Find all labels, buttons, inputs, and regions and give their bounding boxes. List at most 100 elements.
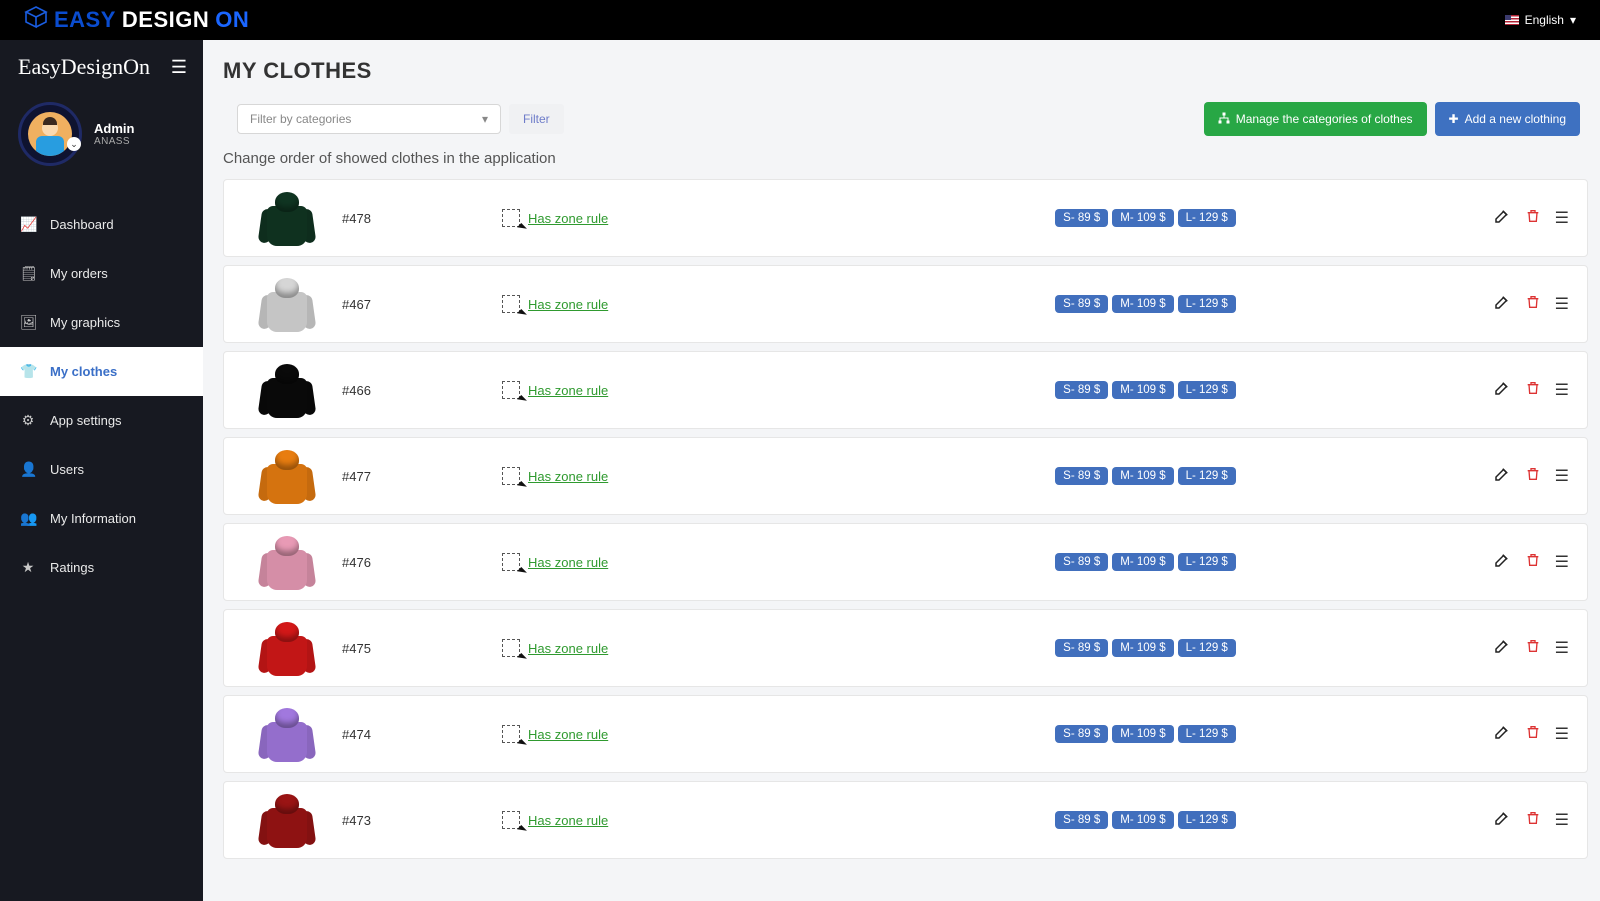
delete-icon[interactable] xyxy=(1525,294,1541,315)
delete-icon[interactable] xyxy=(1525,466,1541,487)
chevron-down-icon: ▾ xyxy=(482,112,488,126)
sidebar-item-label: Users xyxy=(50,462,84,477)
drag-handle-icon[interactable]: ☰ xyxy=(1555,208,1569,228)
clothes-thumbnail xyxy=(232,618,342,678)
zone-rule: Has zone rule xyxy=(502,467,862,485)
edit-icon[interactable] xyxy=(1493,723,1511,746)
profile-block[interactable]: ⌄ Admin ANASS xyxy=(0,88,203,192)
zone-select-icon xyxy=(502,725,520,743)
sidebar-brand: EasyDesignOn xyxy=(18,54,150,80)
clothes-row: #467Has zone ruleS- 89 $M- 109 $L- 129 $… xyxy=(223,265,1588,343)
main-content: MY CLOTHES Filter by categories ▾ Filter… xyxy=(203,40,1600,901)
edit-icon[interactable] xyxy=(1493,207,1511,230)
drag-handle-icon[interactable]: ☰ xyxy=(1555,724,1569,744)
price-badges: S- 89 $M- 109 $L- 129 $ xyxy=(862,209,1429,227)
edit-icon[interactable] xyxy=(1493,379,1511,402)
edit-icon[interactable] xyxy=(1493,637,1511,660)
price-s: S- 89 $ xyxy=(1055,467,1108,485)
sitemap-icon xyxy=(1218,112,1230,127)
zone-rule-link[interactable]: Has zone rule xyxy=(528,383,608,398)
sidebar-item-label: My Information xyxy=(50,511,136,526)
star-icon: ★ xyxy=(20,559,36,576)
delete-icon[interactable] xyxy=(1525,380,1541,401)
zone-rule: Has zone rule xyxy=(502,639,862,657)
price-m: M- 109 $ xyxy=(1112,725,1173,743)
avatar: ⌄ xyxy=(18,102,82,166)
clothes-row: #466Has zone ruleS- 89 $M- 109 $L- 129 $… xyxy=(223,351,1588,429)
shirt-icon: 👕 xyxy=(20,363,36,380)
clothes-row: #476Has zone ruleS- 89 $M- 109 $L- 129 $… xyxy=(223,523,1588,601)
clothes-id: #475 xyxy=(342,641,502,656)
manage-categories-button[interactable]: Manage the categories of clothes xyxy=(1204,102,1427,136)
images-icon: 🖼 xyxy=(20,314,36,331)
add-clothing-button[interactable]: ✚ Add a new clothing xyxy=(1435,102,1580,136)
clothes-list: #478Has zone ruleS- 89 $M- 109 $L- 129 $… xyxy=(203,179,1600,897)
delete-icon[interactable] xyxy=(1525,638,1541,659)
edit-icon[interactable] xyxy=(1493,465,1511,488)
edit-icon[interactable] xyxy=(1493,809,1511,832)
price-badges: S- 89 $M- 109 $L- 129 $ xyxy=(862,381,1429,399)
page-title: MY CLOTHES xyxy=(203,58,1600,102)
sidebar-item-label: App settings xyxy=(50,413,122,428)
drag-handle-icon[interactable]: ☰ xyxy=(1555,294,1569,314)
users-icon: 👥 xyxy=(20,510,36,527)
sidebar-item-my-graphics[interactable]: 🖼My graphics xyxy=(0,298,203,347)
sidebar-item-dashboard[interactable]: 📈 Dashboard xyxy=(0,200,203,249)
price-badges: S- 89 $M- 109 $L- 129 $ xyxy=(862,553,1429,571)
drag-handle-icon[interactable]: ☰ xyxy=(1555,552,1569,572)
logo-word-2: DESIGN xyxy=(122,7,209,33)
zone-rule: Has zone rule xyxy=(502,209,862,227)
clothes-thumbnail xyxy=(232,532,342,592)
zone-rule-link[interactable]: Has zone rule xyxy=(528,727,608,742)
flag-icon xyxy=(1505,15,1519,25)
sidebar-toggle-icon[interactable]: ☰ xyxy=(171,57,187,78)
chart-line-icon: 📈 xyxy=(20,216,36,233)
clothes-thumbnail xyxy=(232,188,342,248)
toolbar: Filter by categories ▾ Filter Manage the… xyxy=(203,102,1600,150)
cube-icon xyxy=(24,5,48,35)
zone-select-icon xyxy=(502,553,520,571)
sidebar-nav: 📈 Dashboard 🗒My orders🖼My graphics👕My clot… xyxy=(0,200,203,592)
sidebar-item-app-settings[interactable]: ⚙App settings xyxy=(0,396,203,445)
price-l: L- 129 $ xyxy=(1178,553,1236,571)
zone-rule-link[interactable]: Has zone rule xyxy=(528,813,608,828)
clothes-row: #475Has zone ruleS- 89 $M- 109 $L- 129 $… xyxy=(223,609,1588,687)
price-m: M- 109 $ xyxy=(1112,209,1173,227)
sidebar: EasyDesignOn ☰ ⌄ Admin ANASS 📈 Dashboard 🗒… xyxy=(0,40,203,901)
drag-handle-icon[interactable]: ☰ xyxy=(1555,638,1569,658)
sidebar-item-my-information[interactable]: 👥 My Information xyxy=(0,494,203,543)
edit-icon[interactable] xyxy=(1493,293,1511,316)
delete-icon[interactable] xyxy=(1525,552,1541,573)
filter-button[interactable]: Filter xyxy=(509,104,564,134)
zone-rule-link[interactable]: Has zone rule xyxy=(528,211,608,226)
sidebar-item-users[interactable]: 👤Users xyxy=(0,445,203,494)
price-badges: S- 89 $M- 109 $L- 129 $ xyxy=(862,467,1429,485)
sidebar-item-my-clothes[interactable]: 👕My clothes xyxy=(0,347,203,396)
delete-icon[interactable] xyxy=(1525,208,1541,229)
sidebar-item-ratings[interactable]: ★Ratings xyxy=(0,543,203,592)
logo-word-1: EASY xyxy=(54,7,116,33)
drag-handle-icon[interactable]: ☰ xyxy=(1555,466,1569,486)
sidebar-item-label: My orders xyxy=(50,266,108,281)
drag-handle-icon[interactable]: ☰ xyxy=(1555,810,1569,830)
clothes-id: #478 xyxy=(342,211,502,226)
zone-rule-link[interactable]: Has zone rule xyxy=(528,555,608,570)
zone-rule-link[interactable]: Has zone rule xyxy=(528,297,608,312)
clothes-row: #477Has zone ruleS- 89 $M- 109 $L- 129 $… xyxy=(223,437,1588,515)
edit-icon[interactable] xyxy=(1493,551,1511,574)
clothes-id: #476 xyxy=(342,555,502,570)
zone-rule-link[interactable]: Has zone rule xyxy=(528,641,608,656)
delete-icon[interactable] xyxy=(1525,724,1541,745)
language-selector[interactable]: English ▾ xyxy=(1505,13,1576,27)
category-filter-select[interactable]: Filter by categories ▾ xyxy=(237,104,501,134)
price-m: M- 109 $ xyxy=(1112,553,1173,571)
drag-handle-icon[interactable]: ☰ xyxy=(1555,380,1569,400)
price-l: L- 129 $ xyxy=(1178,639,1236,657)
sidebar-item-label: Dashboard xyxy=(50,217,114,232)
clothes-id: #474 xyxy=(342,727,502,742)
price-m: M- 109 $ xyxy=(1112,639,1173,657)
delete-icon[interactable] xyxy=(1525,810,1541,831)
zone-rule-link[interactable]: Has zone rule xyxy=(528,469,608,484)
clothes-row: #478 Has zone rule S- 89 $M- 109 $L- 129 $… xyxy=(223,179,1588,257)
sidebar-item-my-orders[interactable]: 🗒My orders xyxy=(0,249,203,298)
